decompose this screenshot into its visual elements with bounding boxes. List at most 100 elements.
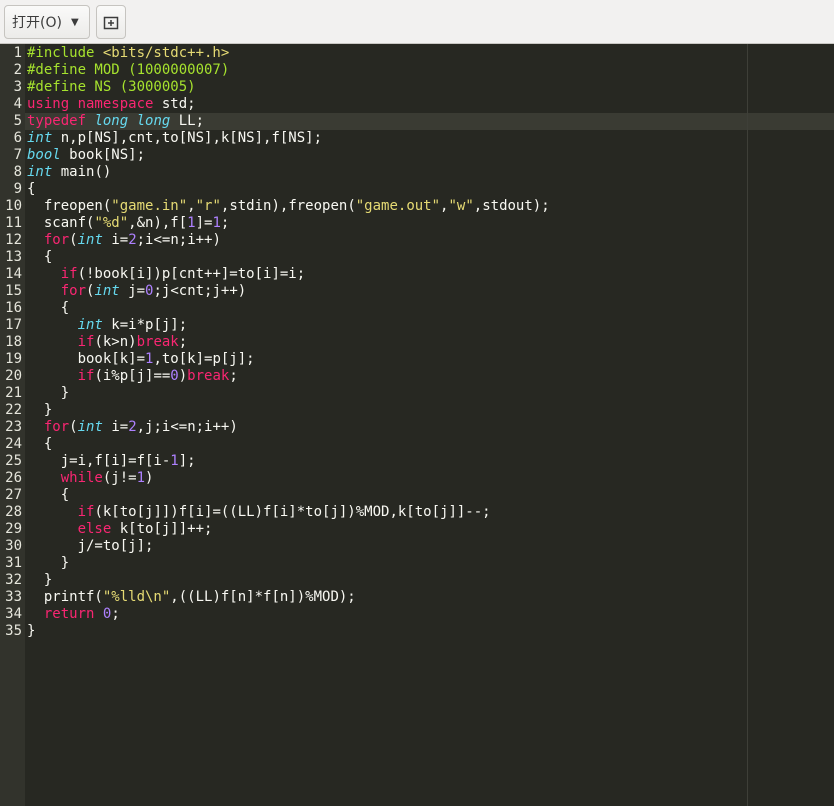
code-token: ]= xyxy=(195,215,213,231)
code-token: int xyxy=(77,317,103,333)
line-number: 32 xyxy=(5,572,22,588)
code-text: while(j!=1) xyxy=(27,470,154,487)
code-token: ( xyxy=(69,419,78,435)
code-token: for xyxy=(43,419,70,435)
code-token: "game.out" xyxy=(355,198,441,214)
code-text: int n,p[NS],cnt,to[NS],k[NS],f[NS]; xyxy=(27,130,322,147)
code-token: long long xyxy=(94,113,171,129)
code-token: LL; xyxy=(170,113,205,129)
code-token: int xyxy=(77,419,103,435)
code-text: freopen("game.in","r",stdin),freopen("ga… xyxy=(27,198,550,215)
line-number: 2 xyxy=(13,62,22,78)
code-token: 1 xyxy=(212,215,221,231)
line-number: 29 xyxy=(5,521,22,537)
code-text: if(i%p[j]==0)break; xyxy=(27,368,238,385)
code-token: ; xyxy=(178,334,188,350)
code-token: ; xyxy=(111,606,120,622)
code-text: #define MOD (1000000007) xyxy=(27,62,229,79)
code-token: #include xyxy=(27,45,103,61)
code-token: break xyxy=(136,334,179,350)
line-number: 11 xyxy=(5,215,22,231)
code-token: (i%p[j]== xyxy=(94,368,171,384)
code-text: typedef long long LL; xyxy=(27,113,204,130)
code-token: int xyxy=(77,232,103,248)
code-text: if(k[to[j]])f[i]=((LL)f[i]*to[j])%MOD,k[… xyxy=(27,504,491,521)
line-number: 30 xyxy=(5,538,22,554)
line-number: 21 xyxy=(5,385,22,401)
line-number: 35 xyxy=(5,623,22,639)
line-number: 12 xyxy=(5,232,22,248)
code-text: { xyxy=(27,487,69,504)
code-token: ,stdin),freopen( xyxy=(220,198,356,214)
code-token: ,((LL)f[n]*f[n])%MOD); xyxy=(170,589,356,605)
code-token: "w" xyxy=(448,198,474,214)
code-token: if xyxy=(77,504,95,520)
code-text: bool book[NS]; xyxy=(27,147,145,164)
code-token: book[NS]; xyxy=(60,147,146,163)
code-token: ]; xyxy=(178,453,196,469)
code-token: } xyxy=(27,555,70,571)
code-text: } xyxy=(27,555,69,572)
code-text: if(k>n)break; xyxy=(27,334,188,351)
code-token: { xyxy=(27,300,70,316)
line-number: 18 xyxy=(5,334,22,350)
code-text: } xyxy=(27,623,35,640)
code-text: } xyxy=(27,385,69,402)
code-token: ( xyxy=(69,232,78,248)
code-token: if xyxy=(77,334,95,350)
code-text: j=i,f[i]=f[i-1]; xyxy=(27,453,196,470)
line-number: 24 xyxy=(5,436,22,452)
new-tab-button[interactable] xyxy=(96,5,126,39)
code-token: printf( xyxy=(27,589,103,605)
code-token: ,stdout); xyxy=(473,198,550,214)
code-token: ; xyxy=(229,368,238,384)
code-token: break xyxy=(187,368,230,384)
chevron-down-icon: ▼ xyxy=(70,16,79,28)
code-token: main() xyxy=(52,164,112,180)
code-token: } xyxy=(27,572,53,588)
line-number: 19 xyxy=(5,351,22,367)
code-text: book[k]=1,to[k]=p[j]; xyxy=(27,351,255,368)
code-token: ; xyxy=(220,215,230,231)
line-number: 4 xyxy=(13,96,22,112)
code-token: { xyxy=(27,249,53,265)
code-token: ;i<=n;i++) xyxy=(136,232,221,248)
code-text: return 0; xyxy=(27,606,120,623)
line-number: 1 xyxy=(13,45,22,61)
code-text: for(int i=2;i<=n;i++) xyxy=(27,232,221,249)
code-text: { xyxy=(27,181,35,198)
code-token: ,j;i<=n;i++) xyxy=(136,419,238,435)
code-token: 1 xyxy=(170,453,179,469)
code-token: typedef xyxy=(27,113,87,129)
code-token: scanf( xyxy=(27,215,95,231)
toolbar: 打开(O) ▼ xyxy=(0,0,834,44)
line-number: 28 xyxy=(5,504,22,520)
open-button-label: 打开(O) xyxy=(12,15,62,31)
line-number: 17 xyxy=(5,317,22,333)
code-token: j=i,f[i]=f[i- xyxy=(27,453,171,469)
code-text: { xyxy=(27,436,52,453)
code-token: freopen( xyxy=(27,198,112,214)
code-token: } xyxy=(27,385,70,401)
code-token: using namespace xyxy=(27,96,154,112)
code-token: 1 xyxy=(136,470,146,486)
code-editor[interactable]: 1 #include <bits/stdc++.h> 2 #define MOD (1… xyxy=(0,44,834,806)
line-number: 13 xyxy=(5,249,22,265)
code-token: i= xyxy=(102,419,129,435)
code-token: (k[to[j]])f[i]=((LL)f[i]*to[j])%MOD,k[to… xyxy=(94,504,491,520)
code-token: while xyxy=(60,470,103,486)
code-token: "%d" xyxy=(94,215,129,231)
open-button[interactable]: 打开(O) ▼ xyxy=(4,5,90,39)
code-token: book[k]= xyxy=(27,351,146,367)
code-token: k=i*p[j]; xyxy=(102,317,188,333)
code-token: { xyxy=(27,181,36,197)
code-token: int xyxy=(27,130,53,146)
code-token: k[to[j]]++; xyxy=(111,521,213,537)
line-number: 5 xyxy=(13,113,22,129)
code-token: <bits/stdc++.h> xyxy=(102,45,230,61)
code-token: ;j<cnt;j++) xyxy=(153,283,247,299)
line-number: 33 xyxy=(5,589,22,605)
